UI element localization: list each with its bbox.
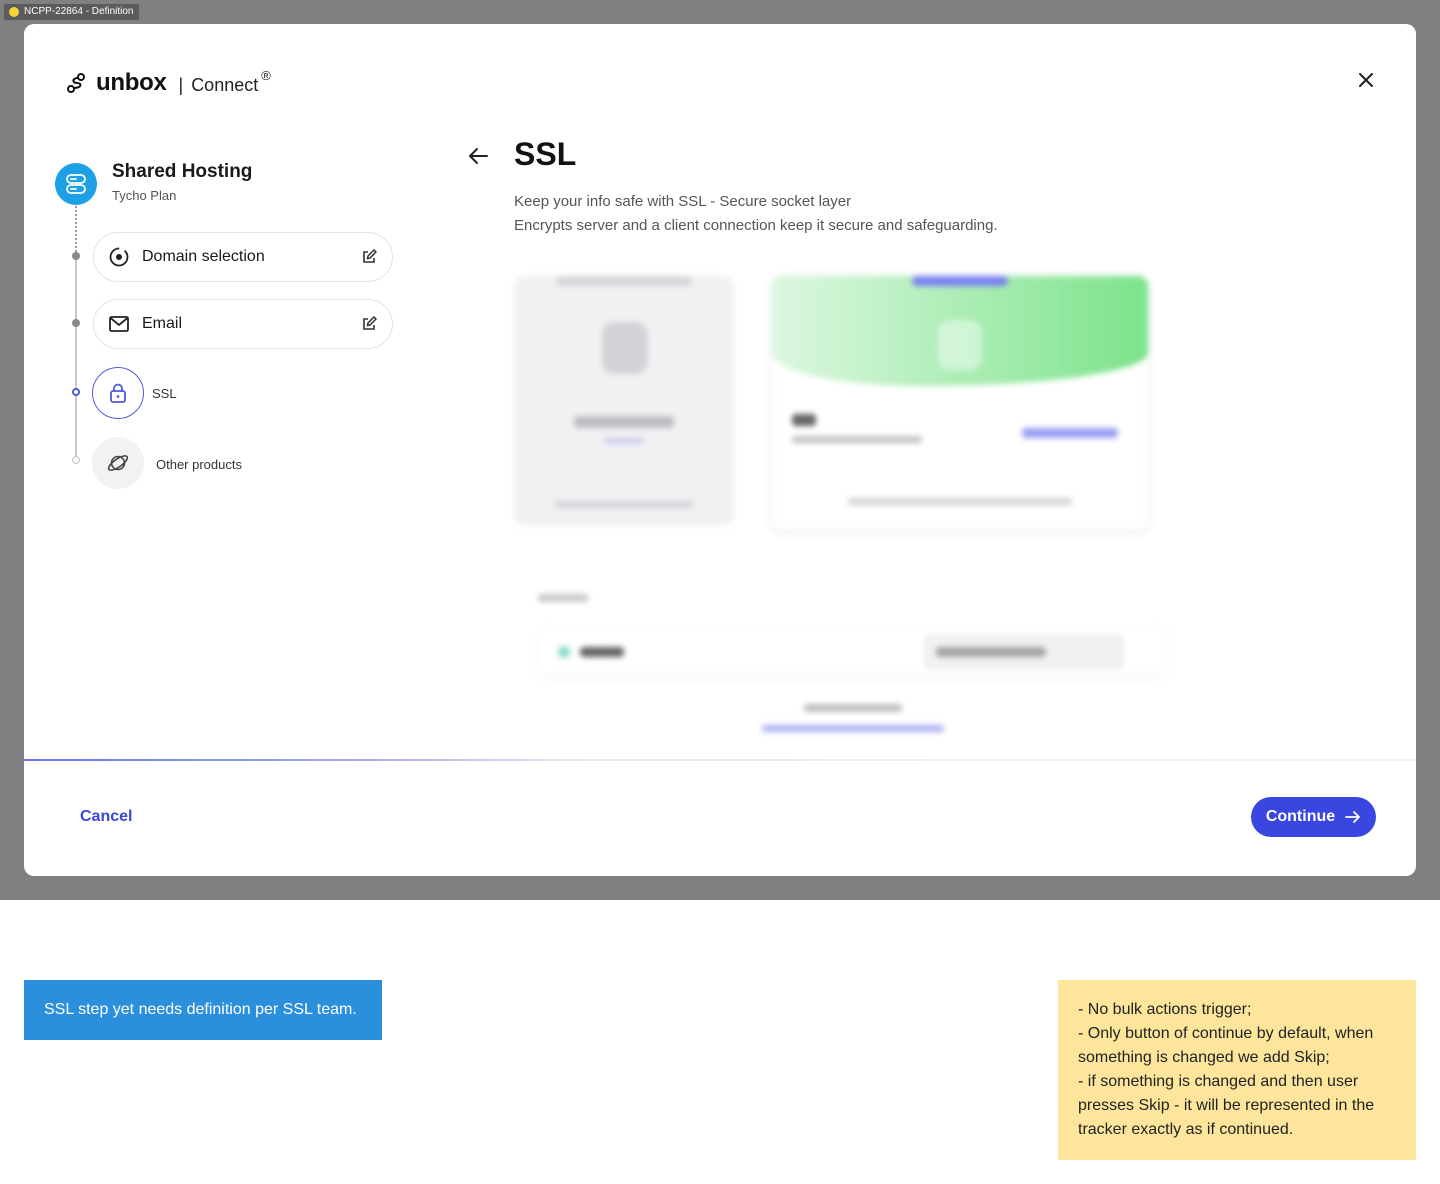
back-button[interactable] bbox=[466, 144, 490, 168]
checkout-modal: unbox | Connect ® Shared Hosting Tycho P… bbox=[24, 24, 1416, 876]
step-dot-domain bbox=[72, 252, 80, 260]
mail-icon bbox=[109, 316, 129, 332]
step-domain-selection[interactable]: Domain selection bbox=[93, 232, 393, 282]
step-other-products-circle[interactable] bbox=[92, 437, 144, 489]
lock-icon bbox=[110, 383, 126, 403]
footer-progress-line bbox=[24, 759, 1416, 761]
card-title-placeholder bbox=[574, 416, 674, 428]
ssl-option-card-basic bbox=[514, 276, 734, 526]
card-badge-placeholder bbox=[556, 276, 692, 286]
step-ssl-circle[interactable] bbox=[92, 367, 144, 419]
stepper-connector bbox=[75, 256, 77, 460]
select-label-placeholder bbox=[538, 594, 588, 602]
brand-separator: | bbox=[178, 74, 184, 95]
card-link-placeholder bbox=[604, 438, 644, 444]
ssl-option-card-premium bbox=[772, 276, 1148, 530]
step-email[interactable]: Email bbox=[93, 299, 393, 349]
lock-icon bbox=[938, 320, 982, 370]
plan-icon bbox=[55, 163, 97, 205]
plan-title: Shared Hosting bbox=[112, 161, 253, 182]
frame-tag-label: NCPP-22864 - Definition bbox=[24, 6, 134, 17]
step-other-products-label: Other products bbox=[156, 457, 242, 472]
brand-product: Connect bbox=[191, 74, 259, 95]
plan-subtitle: Tycho Plan bbox=[112, 188, 177, 203]
annotation-line: - if something is changed and then user … bbox=[1078, 1073, 1375, 1138]
edit-icon bbox=[363, 316, 377, 330]
target-icon bbox=[109, 247, 129, 267]
arrow-right-icon bbox=[1345, 811, 1361, 823]
annotation-blue-note: SSL step yet needs definition per SSL te… bbox=[24, 980, 382, 1040]
card-subtitle-placeholder bbox=[792, 436, 922, 443]
annotation-line: - No bulk actions trigger; bbox=[1078, 1001, 1252, 1018]
annotation-yellow-note: - No bulk actions trigger; - Only button… bbox=[1058, 980, 1416, 1160]
card-title-placeholder bbox=[792, 414, 816, 426]
card-badge-placeholder bbox=[912, 276, 1008, 286]
cancel-button[interactable]: Cancel bbox=[80, 808, 132, 826]
edit-domain-button[interactable] bbox=[360, 248, 378, 266]
stepper-connector-dashed bbox=[75, 206, 77, 256]
step-label: Domain selection bbox=[142, 248, 265, 265]
blurred-ssl-options bbox=[504, 264, 1184, 732]
continue-button[interactable]: Continue bbox=[1251, 797, 1376, 837]
page-description-line-1: Keep your info safe with SSL - Secure so… bbox=[514, 193, 852, 210]
close-button[interactable] bbox=[1354, 68, 1378, 92]
close-icon bbox=[1359, 73, 1373, 87]
domain-dot-icon bbox=[558, 646, 570, 658]
field-text-placeholder bbox=[580, 647, 624, 657]
info-text-placeholder bbox=[804, 704, 902, 712]
step-ssl-label: SSL bbox=[152, 386, 177, 401]
card-footer-placeholder bbox=[554, 501, 694, 508]
planet-icon bbox=[107, 455, 129, 471]
frame-tag: NCPP-22864 - Definition bbox=[4, 4, 139, 20]
edit-icon bbox=[363, 249, 377, 263]
ssl-select-field bbox=[538, 628, 1168, 676]
page-title: SSL bbox=[514, 136, 577, 172]
continue-label: Continue bbox=[1265, 808, 1336, 825]
frame-dot-icon bbox=[9, 7, 19, 17]
brand-name: unbox bbox=[96, 69, 167, 96]
step-dot-email bbox=[72, 319, 80, 327]
page-description-line-2: Encrypts server and a client connection … bbox=[514, 217, 998, 234]
lock-icon bbox=[602, 322, 648, 374]
step-dot-other bbox=[72, 456, 80, 464]
step-label: Email bbox=[142, 315, 183, 332]
card-footer-placeholder bbox=[848, 498, 1072, 505]
brand-registered-mark: ® bbox=[261, 67, 271, 83]
info-link-placeholder bbox=[762, 725, 944, 732]
step-dot-ssl bbox=[72, 388, 80, 396]
edit-email-button[interactable] bbox=[360, 315, 378, 333]
card-link-placeholder bbox=[1022, 428, 1118, 438]
annotation-line: - Only button of continue by default, wh… bbox=[1078, 1025, 1374, 1066]
unbox-logo-icon bbox=[67, 73, 85, 93]
arrow-left-icon bbox=[469, 148, 488, 164]
server-icon bbox=[66, 174, 86, 194]
field-dropdown-placeholder bbox=[924, 634, 1124, 670]
brand-logo: unbox | Connect ® bbox=[66, 68, 271, 98]
